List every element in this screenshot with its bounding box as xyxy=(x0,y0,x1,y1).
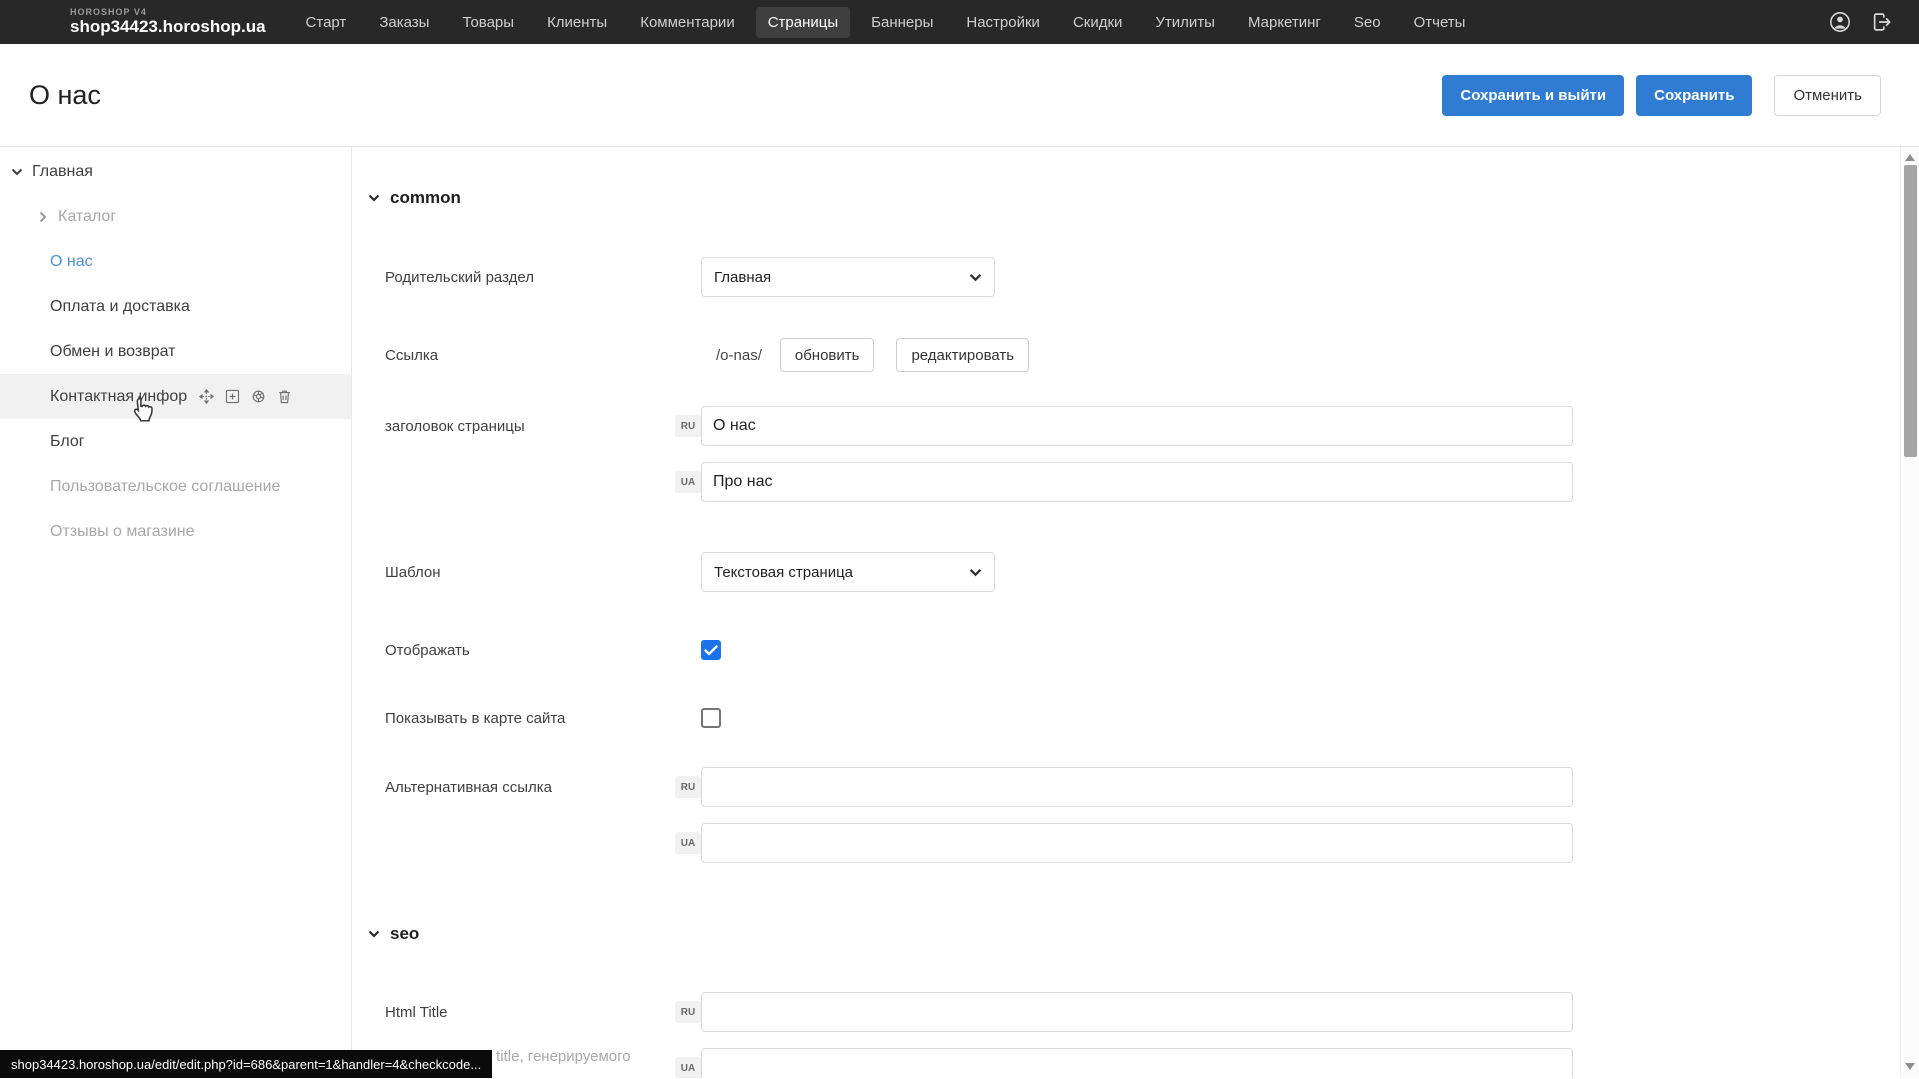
sidebar-item-kontaktnaya-infor[interactable]: Контактная инфор xyxy=(0,374,351,419)
lang-ru-badge: RU xyxy=(675,776,701,798)
sidebar-item-label: Блог xyxy=(50,433,85,451)
menu-item-banners[interactable]: Баннеры xyxy=(859,7,945,38)
top-navigation-bar: HOROSHOP V4 shop34423.horoshop.ua Старт … xyxy=(0,0,1919,44)
sidebar-item-katalog[interactable]: Каталог xyxy=(0,194,351,239)
page-edit-form: common Родительский раздел Главная Ссылк… xyxy=(352,147,1919,1078)
sidebar-item-blog[interactable]: Блог xyxy=(0,419,351,464)
html-title-label: Html Title xyxy=(385,1004,448,1021)
sidebar-item-o-nas[interactable]: О нас xyxy=(0,239,351,284)
template-label: Шаблон xyxy=(385,564,701,581)
sidebar-item-label: Контактная инфор xyxy=(50,388,187,406)
section-seo[interactable]: seo xyxy=(368,924,1919,944)
parent-section-label: Родительский раздел xyxy=(385,269,701,286)
sidebar-item-obmen-i-vozvrat[interactable]: Обмен и возврат xyxy=(0,329,351,374)
lang-ua-badge: UA xyxy=(675,471,701,493)
sidebar-item-label: Оплата и доставка xyxy=(50,298,190,316)
html-title-label-block: Html Title Полная замена title, генериру… xyxy=(385,1004,675,1021)
main-menu: Старт Заказы Товары Клиенты Комментарии … xyxy=(294,7,1478,38)
display-label: Отображать xyxy=(385,642,701,659)
sidebar-item-label: Обмен и возврат xyxy=(50,343,175,361)
menu-item-seo[interactable]: Seo xyxy=(1342,7,1393,38)
vertical-scrollbar[interactable] xyxy=(1900,147,1919,1078)
menu-item-pages[interactable]: Страницы xyxy=(756,7,850,38)
menu-item-orders[interactable]: Заказы xyxy=(367,7,441,38)
section-title: common xyxy=(390,188,461,208)
sidebar-item-otzyvy-o-magazine[interactable]: Отзывы о магазине xyxy=(0,509,351,554)
html-title-input-ru[interactable] xyxy=(701,992,1573,1032)
scrollbar-thumb[interactable] xyxy=(1904,165,1917,457)
sidebar-item-oplata-i-dostavka[interactable]: Оплата и доставка xyxy=(0,284,351,329)
menu-item-settings[interactable]: Настройки xyxy=(954,7,1052,38)
chevron-down-icon xyxy=(368,194,380,202)
section-title: seo xyxy=(390,924,419,944)
sidebar-item-label: Каталог xyxy=(58,208,116,226)
scroll-up-arrow-icon[interactable] xyxy=(1901,149,1919,165)
pages-tree-sidebar: Главная Каталог О нас Оплата и доставка … xyxy=(0,147,352,1078)
section-common[interactable]: common xyxy=(368,188,1919,208)
settings-icon[interactable] xyxy=(250,388,267,405)
link-refresh-button[interactable]: обновить xyxy=(780,338,875,372)
alt-link-label: Альтернативная ссылка xyxy=(385,779,675,796)
chevron-down-icon xyxy=(368,930,380,938)
delete-icon[interactable] xyxy=(276,388,293,405)
save-button[interactable]: Сохранить xyxy=(1636,75,1752,116)
link-label: Ссылка xyxy=(385,347,701,364)
page-title-label: заголовок страницы xyxy=(385,418,675,435)
page-title: О нас xyxy=(29,80,101,111)
menu-item-start[interactable]: Старт xyxy=(294,7,359,38)
menu-item-marketing[interactable]: Маркетинг xyxy=(1236,7,1333,38)
link-edit-button[interactable]: редактировать xyxy=(896,338,1029,372)
shop-brand[interactable]: HOROSHOP V4 shop34423.horoshop.ua xyxy=(70,8,266,35)
brand-domain-label: shop34423.horoshop.ua xyxy=(70,18,266,36)
menu-item-utilities[interactable]: Утилиты xyxy=(1143,7,1227,38)
menu-item-reports[interactable]: Отчеты xyxy=(1402,7,1478,38)
template-select[interactable]: Текстовая страница xyxy=(701,552,995,592)
user-account-icon[interactable] xyxy=(1829,11,1851,33)
menu-item-products[interactable]: Товары xyxy=(450,7,526,38)
sidebar-item-label: О нас xyxy=(50,253,93,271)
chevron-down-icon[interactable] xyxy=(10,165,24,179)
alt-link-input-ua[interactable] xyxy=(701,823,1573,863)
menu-item-discounts[interactable]: Скидки xyxy=(1061,7,1134,38)
display-checkbox[interactable] xyxy=(701,640,721,660)
lang-ua-badge: UA xyxy=(675,1057,701,1078)
move-icon[interactable] xyxy=(198,388,215,405)
lang-ua-badge: UA xyxy=(675,832,701,854)
sidebar-item-label: Пользовательское соглашение xyxy=(50,478,280,496)
browser-status-bar: shop34423.horoshop.ua/edit/edit.php?id=6… xyxy=(0,1050,492,1078)
add-icon[interactable] xyxy=(224,388,241,405)
page-title-input-ua[interactable] xyxy=(701,462,1573,502)
menu-item-comments[interactable]: Комментарии xyxy=(628,7,746,38)
sidebar-item-polzovatelskoe-soglashenie[interactable]: Пользовательское соглашение xyxy=(0,464,351,509)
html-title-input-ua[interactable] xyxy=(701,1048,1573,1078)
logout-icon[interactable] xyxy=(1871,11,1893,33)
cancel-button[interactable]: Отменить xyxy=(1774,75,1881,116)
parent-section-select[interactable]: Главная xyxy=(701,257,995,297)
lang-ru-badge: RU xyxy=(675,415,701,437)
sidebar-item-glavnaya[interactable]: Главная xyxy=(0,149,351,194)
page-title-input-ru[interactable] xyxy=(701,406,1573,446)
menu-item-clients[interactable]: Клиенты xyxy=(535,7,619,38)
status-url: shop34423.horoshop.ua/edit/edit.php?id=6… xyxy=(11,1057,481,1072)
chevron-right-icon[interactable] xyxy=(36,210,50,224)
save-and-exit-button[interactable]: Сохранить и выйти xyxy=(1442,75,1624,116)
link-value: /o-nas/ xyxy=(716,347,762,364)
alt-link-input-ru[interactable] xyxy=(701,767,1573,807)
sitemap-checkbox[interactable] xyxy=(701,708,721,728)
chevron-down-icon xyxy=(969,568,982,577)
sitemap-label: Показывать в карте сайта xyxy=(385,710,701,727)
chevron-down-icon xyxy=(969,273,982,282)
sidebar-item-label: Отзывы о магазине xyxy=(50,523,195,541)
sidebar-item-label: Главная xyxy=(32,163,93,181)
page-header: О нас Сохранить и выйти Сохранить Отмени… xyxy=(0,44,1919,147)
lang-ru-badge: RU xyxy=(675,1001,701,1023)
scroll-down-arrow-icon[interactable] xyxy=(1901,1058,1919,1074)
